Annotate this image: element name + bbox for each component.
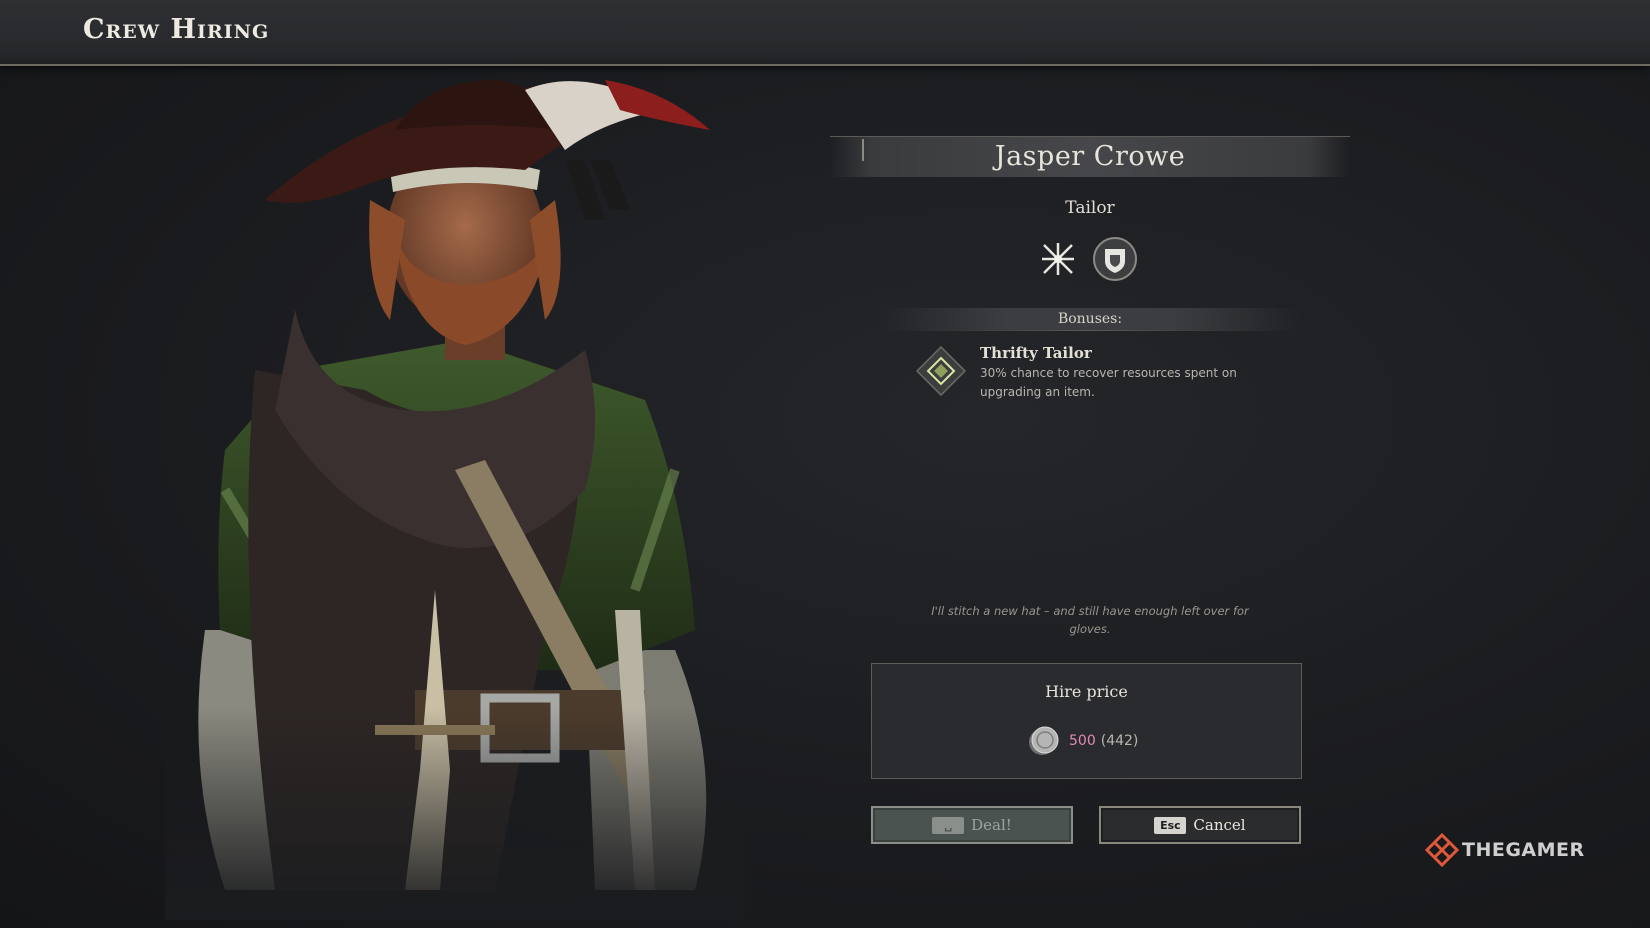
character-name: Jasper Crowe xyxy=(994,141,1186,172)
deal-button-label: Deal! xyxy=(971,816,1012,834)
character-portrait xyxy=(165,70,745,920)
watermark-logo: THEGAMER xyxy=(1425,833,1585,867)
deal-button[interactable]: ␣ Deal! xyxy=(871,806,1073,844)
shield-crest-icon[interactable] xyxy=(1091,235,1139,283)
character-class: Tailor xyxy=(1065,198,1115,218)
bonus-title: Thrifty Tailor xyxy=(980,344,1092,362)
cancel-button-label: Cancel xyxy=(1193,816,1246,834)
space-key-icon: ␣ xyxy=(932,816,965,834)
coin-icon xyxy=(1029,726,1059,755)
trait-icons xyxy=(1036,235,1146,285)
hire-price-panel: Hire price 500 (442) xyxy=(871,663,1302,779)
page-title: Crew Hiring xyxy=(83,14,270,45)
owned-currency: (442) xyxy=(1100,733,1139,749)
cancel-button[interactable]: Esc Cancel xyxy=(1099,806,1301,844)
watermark-text: THEGAMER xyxy=(1462,839,1585,861)
thegamer-logo-icon xyxy=(1425,833,1459,867)
top-bar: Crew Hiring xyxy=(0,0,1650,66)
hire-price-value: 500 xyxy=(1069,733,1096,749)
esc-key-icon: Esc xyxy=(1154,816,1187,834)
bonuses-header: Bonuses: xyxy=(880,308,1300,330)
price-row: 500 (442) xyxy=(1027,726,1138,756)
character-quote: I'll stitch a new hat – and still have e… xyxy=(931,604,1249,636)
divider xyxy=(890,330,1290,331)
crossed-swords-sparkle-icon[interactable] xyxy=(1036,237,1080,281)
bonus-description: 30% chance to recover resources spent on… xyxy=(980,366,1237,399)
diamond-sigil-icon[interactable] xyxy=(916,346,966,396)
hire-price-label: Hire price xyxy=(1045,682,1128,701)
